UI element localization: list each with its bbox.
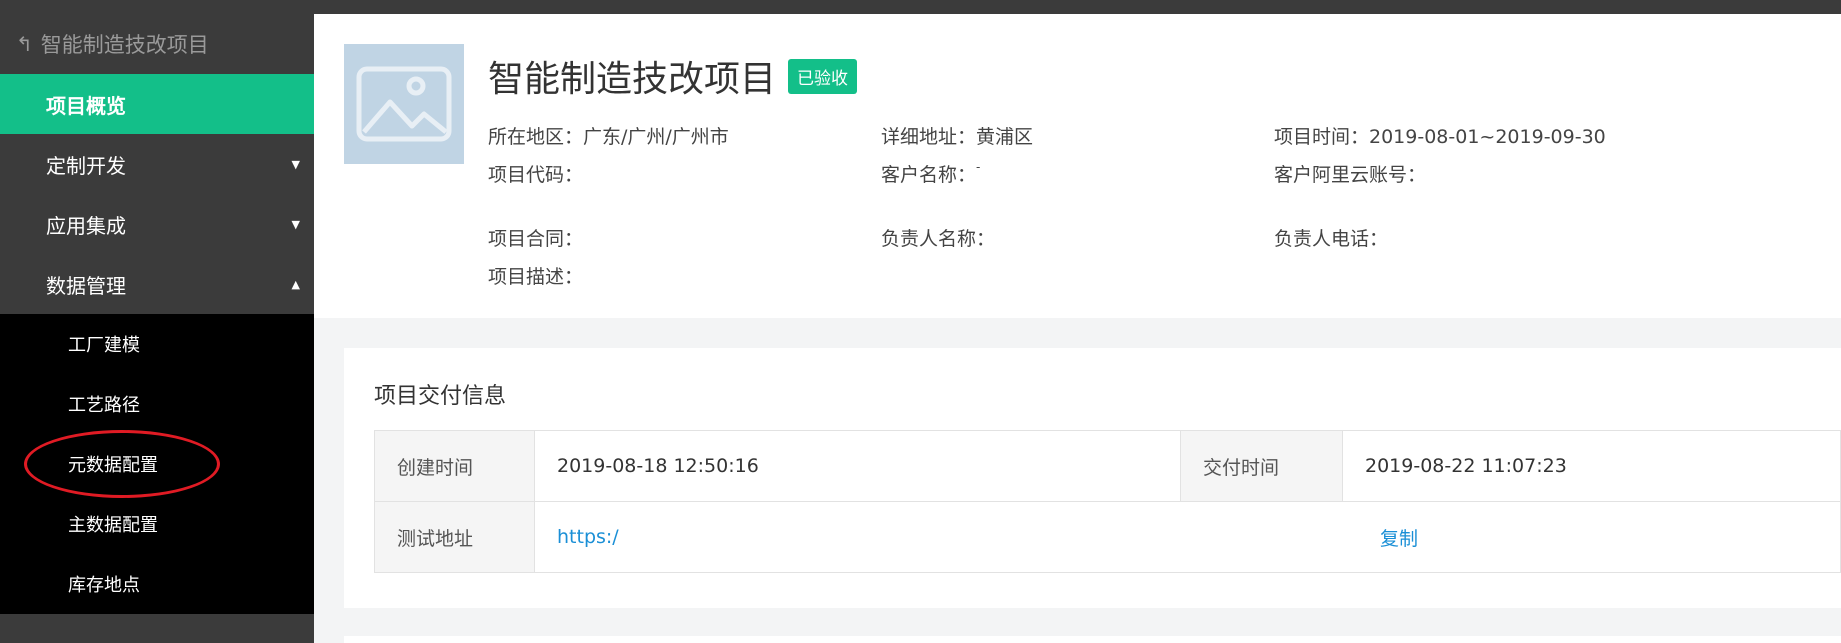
field-client: 客户名称：- — [881, 160, 980, 187]
delivery-info-card: 项目交付信息 创建时间 2019-08-18 12:50:16 交付时间 201… — [344, 348, 1841, 608]
status-badge: 已验收 — [788, 58, 858, 94]
submenu-item-label: 库存地点 — [68, 575, 140, 596]
back-label: 智能制造技改项目 — [40, 33, 209, 57]
submenu-item-master-data-config[interactable]: 主数据配置 — [0, 494, 314, 554]
project-header-card: 智能制造技改项目 已验收 所在地区：广东/广州/广州市 详细地址：黄浦区 项目时… — [314, 14, 1841, 318]
sidebar-item-custom-dev[interactable]: 定制开发 ▼ — [0, 134, 314, 194]
table-row: 创建时间 2019-08-18 12:50:16 交付时间 2019-08-22… — [375, 431, 1841, 502]
submenu-item-label: 工艺路径 — [68, 395, 140, 416]
delivered-time-label: 交付时间 — [1181, 431, 1343, 501]
field-code: 项目代码： — [488, 164, 584, 186]
back-to-project-link[interactable]: ↰ 智能制造技改项目 — [0, 14, 314, 74]
field-aliyun-account: 客户阿里云账号： — [1274, 164, 1427, 186]
sidebar-item-app-integration[interactable]: 应用集成 ▼ — [0, 194, 314, 254]
field-time: 项目时间：2019-08-01~2019-09-30 — [1274, 126, 1606, 148]
project-title: 智能制造技改项目 — [488, 59, 777, 100]
test-url-cell: https:/ 复制 — [535, 502, 1841, 572]
test-url-link[interactable]: https:/ — [557, 526, 619, 548]
caret-down-icon: ▼ — [291, 217, 300, 231]
top-bar — [0, 0, 1841, 14]
sidebar-item-overview[interactable]: 项目概览 — [0, 74, 314, 134]
submenu-item-label: 工厂建模 — [68, 335, 140, 356]
submenu-item-inventory-location[interactable]: 库存地点 — [0, 554, 314, 614]
copy-button[interactable]: 复制 — [1380, 524, 1418, 551]
sidebar: ↰ 智能制造技改项目 项目概览 定制开发 ▼ 应用集成 ▼ 数据管理 ▲ 工厂建… — [0, 14, 314, 643]
submenu-item-factory-modeling[interactable]: 工厂建模 — [0, 314, 314, 374]
field-client-label: 客户名称： — [881, 164, 977, 186]
delivered-time-value: 2019-08-22 11:07:23 — [1343, 431, 1841, 501]
caret-up-icon: ▲ — [291, 277, 300, 291]
sidebar-item-label: 数据管理 — [46, 273, 126, 298]
section-title: 项目交付信息 — [374, 384, 507, 409]
sidebar-item-data-management[interactable]: 数据管理 ▲ — [0, 254, 314, 314]
field-client-value: - — [976, 160, 981, 174]
next-card-edge — [344, 636, 1841, 643]
project-thumbnail — [344, 44, 464, 164]
main-content: 智能制造技改项目 已验收 所在地区：广东/广州/广州市 详细地址：黄浦区 项目时… — [314, 14, 1841, 643]
submenu-item-label: 主数据配置 — [68, 515, 158, 536]
field-phone: 负责人电话： — [1274, 228, 1389, 250]
image-placeholder-icon — [356, 66, 452, 142]
sidebar-item-label: 定制开发 — [46, 153, 126, 178]
created-time-value: 2019-08-18 12:50:16 — [535, 431, 1181, 501]
field-region: 所在地区：广东/广州/广州市 — [488, 126, 729, 148]
created-time-label: 创建时间 — [375, 431, 535, 501]
back-arrow-icon: ↰ — [16, 32, 33, 56]
field-description: 项目描述： — [488, 266, 584, 288]
sidebar-item-label: 项目概览 — [46, 93, 126, 118]
field-owner: 负责人名称： — [881, 228, 996, 250]
test-url-label: 测试地址 — [375, 502, 535, 572]
caret-down-icon: ▼ — [291, 157, 300, 171]
submenu-item-process-route[interactable]: 工艺路径 — [0, 374, 314, 434]
field-contract: 项目合同： — [488, 228, 584, 250]
field-address: 详细地址：黄浦区 — [881, 126, 1034, 148]
table-row: 测试地址 https:/ 复制 — [375, 502, 1841, 573]
annotation-circle — [24, 430, 220, 498]
delivery-table: 创建时间 2019-08-18 12:50:16 交付时间 2019-08-22… — [374, 430, 1841, 573]
sidebar-item-label: 应用集成 — [46, 213, 126, 238]
